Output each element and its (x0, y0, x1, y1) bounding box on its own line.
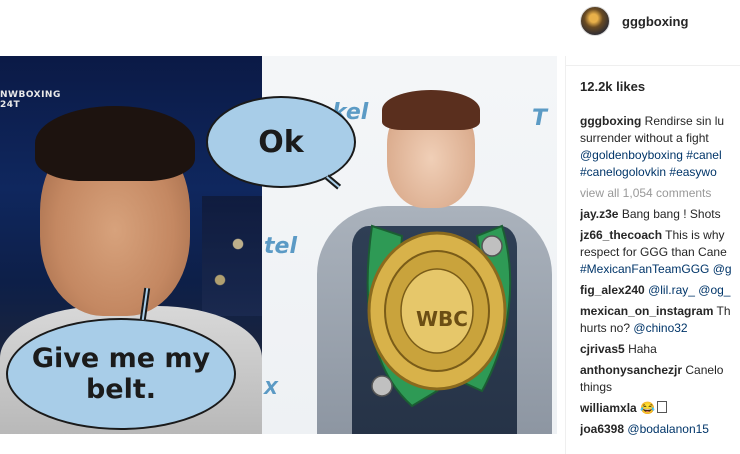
comment-mention[interactable]: @lil.ray_ (648, 283, 695, 297)
likes-count[interactable]: 12.2k likes (580, 79, 645, 94)
comment-username[interactable]: williamxla (580, 401, 637, 415)
caption-text-line2: surrender without a fight (580, 131, 709, 145)
comment-username[interactable]: joa6398 (580, 422, 624, 436)
comment-username[interactable]: jz66_thecoach (580, 228, 662, 242)
caption-tag[interactable]: #easywo (669, 165, 716, 179)
comment-mention[interactable]: @g (713, 262, 732, 276)
post-media-panel: NWBOXING 24T kel T tel X WBC Ok Give me … (0, 0, 566, 454)
comment-text: Haha (628, 342, 657, 356)
tv-ticker-text: NWBOXING 24T (0, 90, 61, 110)
comment-text-line2: hurts no? (580, 321, 631, 335)
banner-text-right: T (532, 106, 548, 131)
comment-text: This is why (665, 228, 725, 242)
caption-tag[interactable]: #canel (686, 148, 721, 162)
comment-item: cjrivas5 Haha (580, 341, 740, 358)
man-right-hair (382, 90, 480, 130)
caption-username[interactable]: gggboxing (580, 114, 641, 128)
comment-mention[interactable]: @chino32 (633, 321, 687, 335)
city-lights-background (202, 196, 262, 316)
comment-item: jay.z3e Bang bang ! Shots (580, 206, 740, 223)
comment-hashtag[interactable]: #MexicanFanTeamGGG (580, 262, 709, 276)
comment-mention[interactable]: @bodalanon15 (627, 422, 709, 436)
emoji-icon: 😂 (640, 401, 655, 415)
comment-item: mexican_on_instagram Th hurts no? @chino… (580, 303, 740, 337)
comment-mention[interactable]: @og_ (698, 283, 730, 297)
comment-username[interactable]: anthonysanchezjr (580, 363, 682, 377)
comment-text-line2: respect for GGG than Cane (580, 245, 727, 259)
speech-bubble-belt-text: Give me my belt. (31, 342, 211, 405)
view-all-comments-link[interactable]: view all 1,054 comments (580, 185, 740, 202)
comment-username[interactable]: cjrivas5 (580, 342, 625, 356)
wbc-belt-icon: WBC (366, 224, 512, 408)
belt-label: WBC (416, 307, 468, 331)
speech-bubble-ok: Ok (206, 96, 356, 188)
comment-item: williamxla 😂 (580, 400, 740, 417)
comment-text: Bang bang ! Shots (621, 207, 721, 221)
header-username[interactable]: gggboxing (622, 14, 688, 29)
speech-bubble-ok-text: Ok (258, 124, 304, 160)
post-image[interactable]: NWBOXING 24T kel T tel X WBC Ok Give me … (0, 56, 557, 434)
media-top-spacer (0, 0, 566, 56)
comment-text-line2: things (580, 380, 613, 394)
comment-item: jz66_thecoach This is why respect for GG… (580, 227, 740, 278)
comment-username[interactable]: fig_alex240 (580, 283, 645, 297)
caption-tag[interactable]: @goldenboyboxing (580, 148, 683, 162)
post-sidebar: gggboxing 12.2k likes gggboxing Rendirse… (566, 0, 740, 454)
caption: gggboxing Rendirse sin lu surrender with… (580, 113, 740, 181)
comment-item: joa6398 @bodalanon15 (580, 421, 740, 438)
comments-list: gggboxing Rendirse sin lu surrender with… (580, 113, 740, 442)
banner-text-bottom: X (264, 378, 278, 399)
speech-bubble-belt: Give me my belt. (6, 318, 236, 430)
banner-text-left: tel (264, 234, 297, 259)
comment-text: Canelo (685, 363, 724, 377)
unknown-glyph-icon (657, 401, 667, 413)
comment-username[interactable]: jay.z3e (580, 207, 618, 221)
man-left-hair (35, 106, 195, 181)
post-header: gggboxing (566, 0, 740, 66)
avatar[interactable] (580, 6, 610, 36)
comment-item: fig_alex240 @lil.ray_ @og_ (580, 282, 740, 299)
caption-text-line1: Rendirse sin lu (644, 114, 725, 128)
comment-username[interactable]: mexican_on_instagram (580, 304, 713, 318)
comment-text: Th (716, 304, 731, 318)
comment-item: anthonysanchezjr Canelo things (580, 362, 740, 396)
caption-tag[interactable]: #canelogolovkin (580, 165, 666, 179)
